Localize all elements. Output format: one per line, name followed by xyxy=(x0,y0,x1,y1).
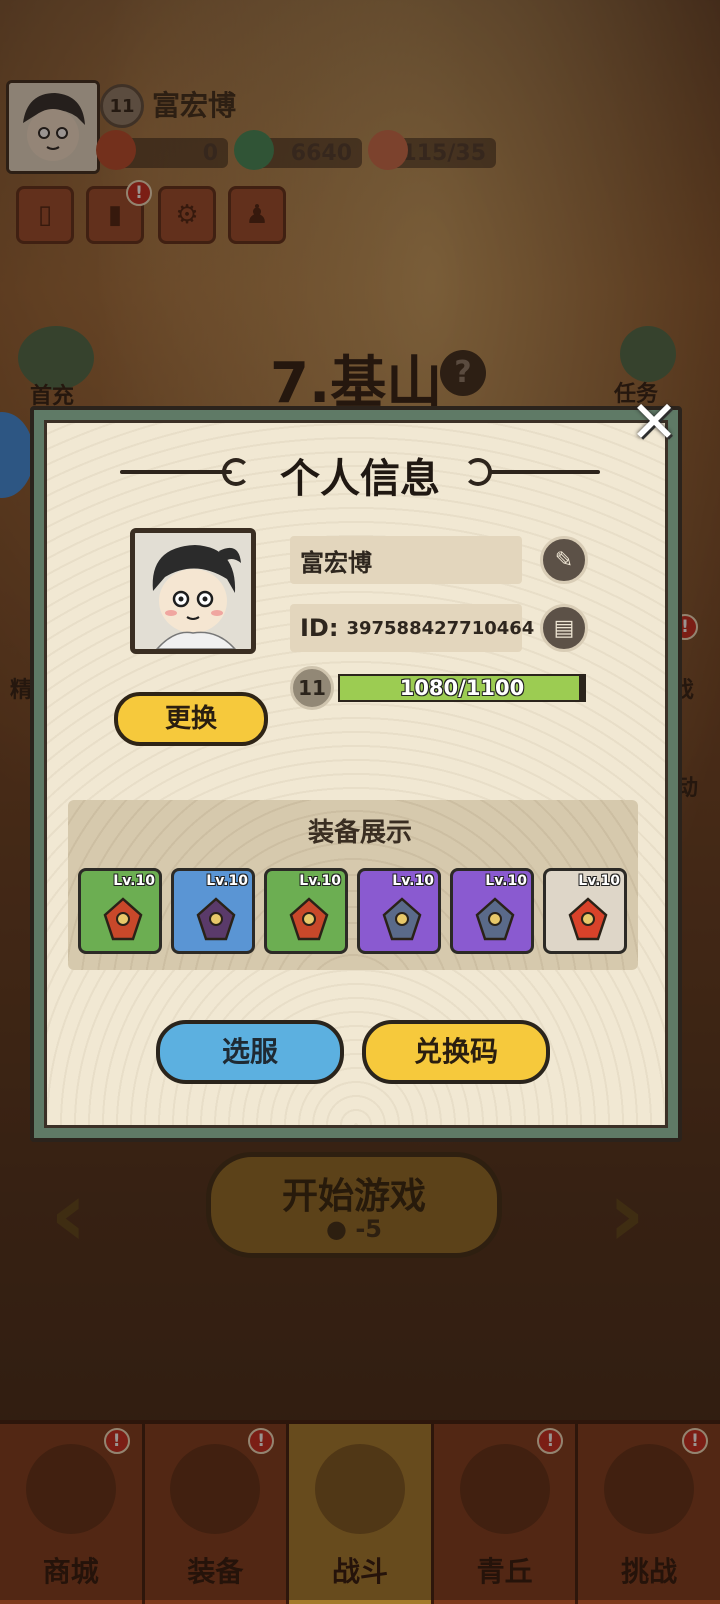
select-server-button[interactable]: 选服 xyxy=(156,1020,344,1084)
equipment-slot[interactable]: Lv.10 xyxy=(264,868,348,954)
equipment-level-label: Lv.10 xyxy=(299,873,341,889)
orb-icon xyxy=(562,893,614,945)
player-name-field: 富宏博 xyxy=(290,536,522,584)
equipment-slot[interactable]: Lv.10 xyxy=(78,868,162,954)
bracer-icon xyxy=(283,893,335,945)
profile-dialog xyxy=(30,406,682,1142)
equipment-panel-title: 装备展示 xyxy=(307,818,412,848)
dialog-title: 个人信息 xyxy=(280,456,440,502)
equipment-slot[interactable]: Lv.10 xyxy=(171,868,255,954)
dialog-parchment xyxy=(44,420,668,1128)
belt-icon xyxy=(376,893,428,945)
equipment-slot[interactable]: Lv.10 xyxy=(357,868,441,954)
boots-icon xyxy=(469,893,521,945)
player-id-field: ID: 397588427710464 xyxy=(290,604,534,652)
equipment-level-label: Lv.10 xyxy=(392,873,434,889)
profile-portrait xyxy=(130,528,256,654)
close-dialog-button[interactable]: ✕ xyxy=(626,393,682,451)
equipment-level-label: Lv.10 xyxy=(206,873,248,889)
player-level-badge: 11 xyxy=(290,666,334,710)
id-label: ID: xyxy=(300,614,339,642)
equipment-level-label: Lv.10 xyxy=(485,873,527,889)
equipment-level-label: Lv.10 xyxy=(578,873,620,889)
portrait-face-icon xyxy=(135,533,251,649)
xp-progress-text: 1080/1100 xyxy=(399,676,525,700)
id-value: 397588427710464 xyxy=(346,617,535,639)
copy-id-icon[interactable]: ▤ xyxy=(540,604,588,652)
edit-name-brush-icon[interactable]: ✎ xyxy=(540,536,588,584)
title-right-line xyxy=(488,470,600,474)
equipment-level-label: Lv.10 xyxy=(113,873,155,889)
redeem-code-button[interactable]: 兑换码 xyxy=(362,1020,550,1084)
equipment-slot[interactable]: Lv.10 xyxy=(450,868,534,954)
flower-amulet-icon xyxy=(97,893,149,945)
helmet-icon xyxy=(190,893,242,945)
xp-progress-bar: 1080/1100 xyxy=(338,674,586,702)
equipment-slot[interactable]: Lv.10 xyxy=(543,868,627,954)
change-avatar-button[interactable]: 更换 xyxy=(114,692,268,746)
